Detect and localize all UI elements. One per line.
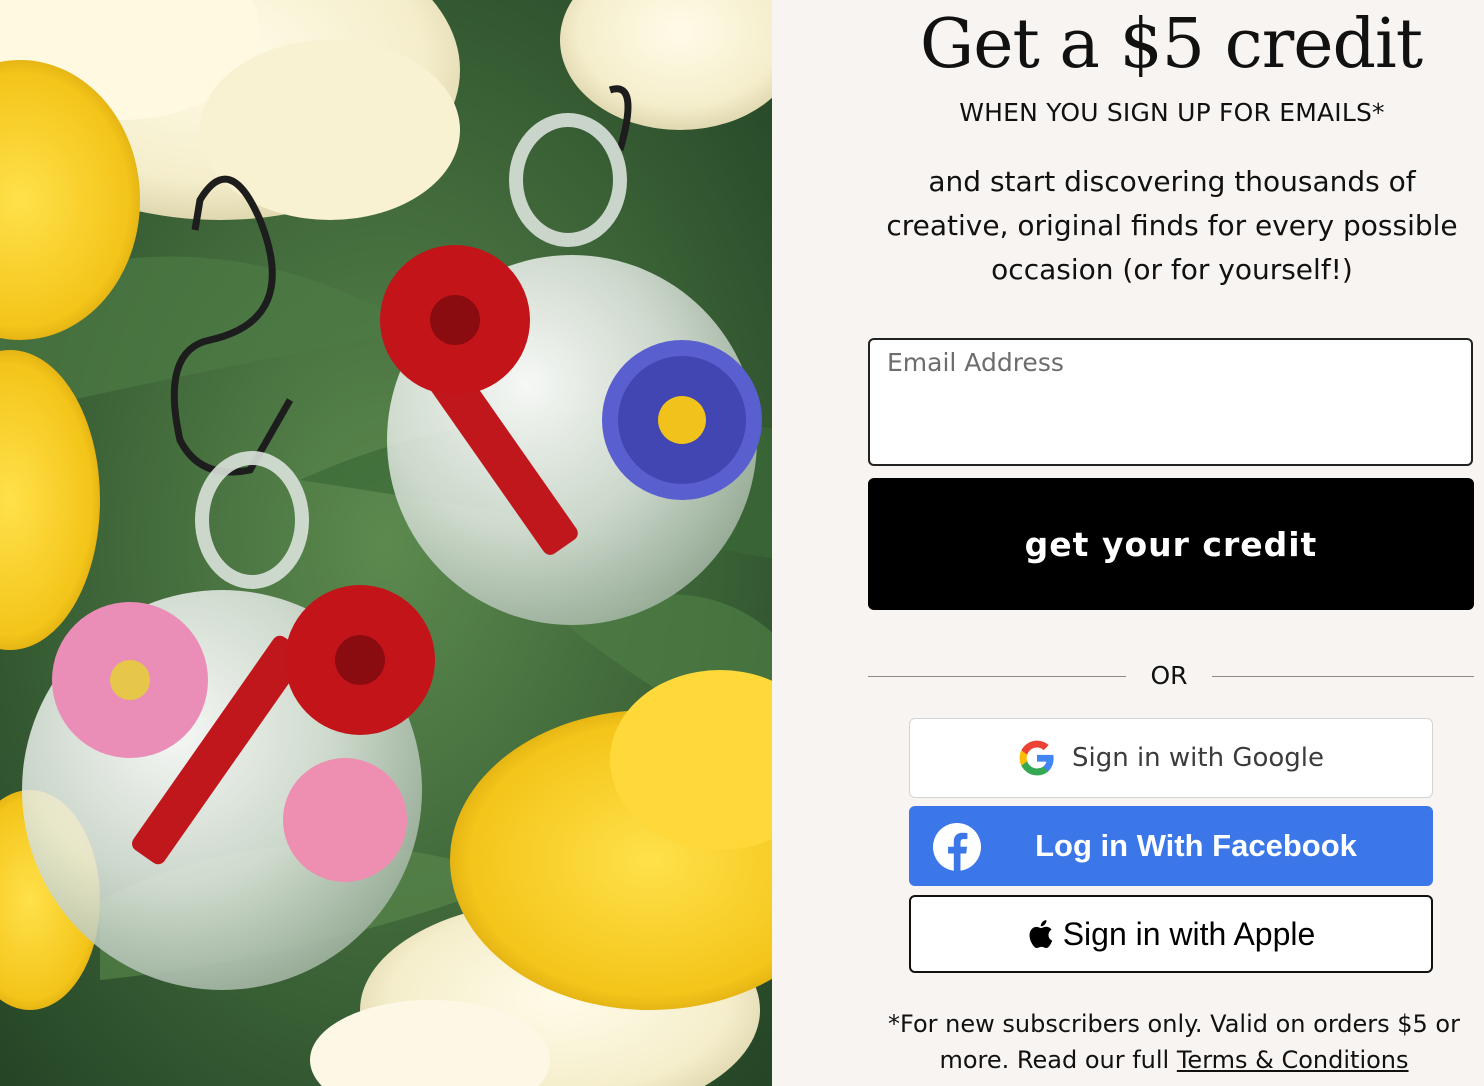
facebook-login-button[interactable]: Log in With Facebook: [909, 806, 1433, 886]
email-field-container[interactable]: [868, 338, 1473, 466]
facebook-login-label: Log in With Facebook: [1035, 828, 1357, 863]
hero-image: [0, 0, 772, 1086]
hummingbird-feeder-illustration: [0, 0, 772, 1086]
terms-link[interactable]: Terms & Conditions: [1177, 1046, 1409, 1074]
email-field[interactable]: [887, 348, 1447, 377]
or-label: OR: [1150, 661, 1188, 690]
facebook-f-icon: [933, 823, 981, 871]
divider-line-left: [868, 676, 1126, 677]
promo-blurb: and start discovering thousands of creat…: [886, 165, 1458, 286]
apple-sign-in-label: Sign in with Apple: [1062, 915, 1316, 952]
page-title: Get a $5 credit: [919, 5, 1423, 84]
subtitle: WHEN YOU SIGN UP FOR EMAILS*: [959, 98, 1385, 127]
google-sign-in-label: Sign in with Google: [1071, 743, 1325, 773]
google-sign-in-button[interactable]: Sign in with Google: [909, 718, 1433, 798]
google-g-icon: [1019, 740, 1054, 776]
apple-sign-in-button[interactable]: Sign in with Apple: [909, 895, 1433, 973]
or-divider: OR: [868, 658, 1474, 694]
signup-panel: Get a $5 credit WHEN YOU SIGN UP FOR EMA…: [772, 0, 1484, 1086]
divider-line-right: [1212, 676, 1474, 677]
apple-logo-icon: [1029, 920, 1052, 949]
disclaimer: *For new subscribers only. Valid on orde…: [864, 1006, 1484, 1078]
get-credit-button[interactable]: get your credit: [868, 478, 1474, 610]
